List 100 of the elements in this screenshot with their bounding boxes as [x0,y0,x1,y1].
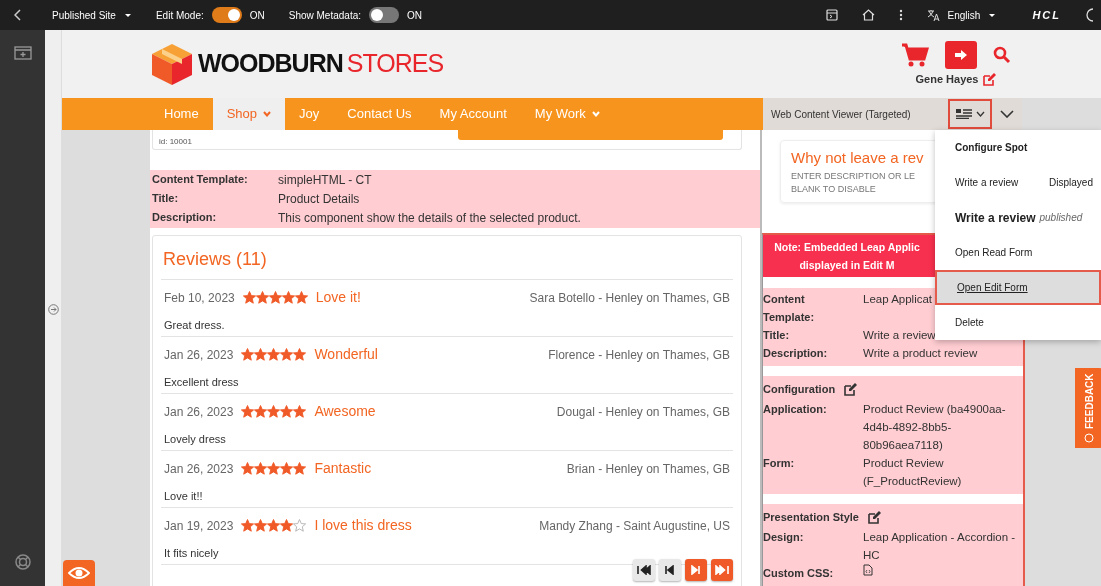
window-icon[interactable] [825,9,838,21]
nav-item[interactable]: Home [150,98,213,130]
toggle-switch[interactable] [369,7,399,23]
skip-last-icon [715,565,729,575]
logo-suffix-text: STORES [346,48,444,80]
edit-icon[interactable] [867,509,881,524]
portlet-menu-button[interactable] [948,99,992,129]
star-icon [267,462,281,475]
nav-item[interactable]: My Work [520,98,614,130]
menu-status: published [1039,211,1083,225]
cube-logo-icon [150,42,194,86]
review-title: Wonderful [314,345,378,364]
edit-icon[interactable] [982,72,997,86]
add-page-icon[interactable] [13,46,32,60]
star-icon [254,348,268,361]
field-value: Leap Application - Accordion - HC [863,529,1017,563]
feedback-tab[interactable]: FEEDBACK [1075,368,1101,448]
nav-item[interactable]: My Account [425,98,521,130]
star-icon [293,405,307,418]
star-icon [267,405,281,418]
brand-logo: HCL [1032,7,1061,23]
reviews-heading: Reviews (11) [163,249,267,269]
toggle-switch[interactable] [211,7,242,23]
star-icon [241,405,255,418]
logout-button[interactable] [945,40,977,69]
review-date: Jan 26, 2023 [164,460,234,478]
review-text: Lovely dress [164,432,227,447]
field-value: Write a product review [863,345,978,361]
page-last-button[interactable] [711,559,733,581]
menu-item[interactable]: Open Edit Form [935,270,1101,305]
field-label: Custom CSS: [763,565,835,581]
caret-icon [975,111,985,117]
edit-icon[interactable] [843,381,858,396]
logo-brand-text: WOODBURN [198,48,343,80]
star-icon [255,291,269,304]
cart-icon[interactable] [901,42,929,67]
site-dropdown[interactable]: Published Site [52,7,132,23]
review-author: Mandy Zhang - Saint Augustine, US [539,517,730,535]
field-value: Product Review (ba4900aa-4d4b-4892-8bb5-80b96aea7118) [863,401,1007,453]
lifebuoy-icon[interactable] [14,554,31,570]
field-label: Description: [763,345,829,361]
nav-item[interactable]: Shop [212,98,286,130]
metadata-value: simpleHTML - CT [278,171,372,189]
more-icon[interactable] [898,9,903,21]
menu-item-title: Write a review [955,209,1036,227]
review-text: It fits nicely [164,546,220,561]
chevron-down-icon [263,111,272,117]
toggle-state: ON [407,8,422,23]
warning-text: Note: Embedded Leap Applic [774,239,920,255]
star-icon [254,462,268,475]
metadata-value: Product Details [278,190,360,208]
review-title: Love it! [315,288,361,307]
section-heading: Configuration [763,381,836,397]
star-icon [268,291,282,304]
toggle-state: ON [249,8,265,23]
toggle-label: Show Metadata: [288,8,361,23]
review-author: Sara Botello - Henley on Thames, GB [529,289,730,307]
star-icon [280,405,294,418]
home-icon[interactable] [861,9,875,21]
collapse-button[interactable] [1000,110,1014,118]
field-label: Form: [763,455,796,471]
metadata-value: This component show the details of the selected product. [278,209,581,227]
skip-prev-icon [663,565,677,575]
star-icon [241,519,255,532]
review-title: I love this dress [314,516,412,535]
menu-item[interactable]: Delete [935,305,1101,340]
chevron-left-icon [14,9,22,21]
warning-text: displayed in Edit M [799,257,895,273]
prompt-hint: ENTER DESCRIPTION OR LE [791,169,916,183]
preview-button[interactable] [63,560,95,586]
star-icon [294,291,308,304]
star-icon [281,291,295,304]
review-text: Great dress. [164,318,226,333]
expand-icon[interactable] [48,304,59,315]
chevron-down-icon [591,111,600,117]
field-label: Application: [763,401,828,417]
skip-next-icon [689,565,703,575]
review-title: Awesome [314,402,376,421]
nav-item[interactable]: Contact Us [333,98,426,130]
review-author: Brian - Henley on Thames, GB [566,460,730,478]
field-value: Product Review (F_ProductReview) [863,455,963,489]
star-icon [293,348,307,361]
menu-item[interactable]: Open Read Form [935,235,1101,270]
skip-first-icon [637,565,651,575]
code-file-icon [863,563,873,576]
menu-status: Displayed [1049,176,1093,190]
review-date: Jan 19, 2023 [164,517,234,535]
search-icon[interactable] [993,45,1011,64]
prompt-title: Why not leave a rev [791,148,924,168]
field-label: Design: [763,529,805,545]
language-dropdown[interactable]: English [926,7,997,23]
nav-item[interactable]: Joy [285,98,334,130]
caret-icon [123,11,132,19]
review-date: Jan 26, 2023 [164,403,234,421]
menu-heading: Configure Spot [954,141,1029,155]
star-icon [241,348,255,361]
star-icon [254,519,268,532]
star-icon [267,348,281,361]
arrow-right-icon [954,48,968,61]
review-text: Excellent dress [164,375,240,390]
